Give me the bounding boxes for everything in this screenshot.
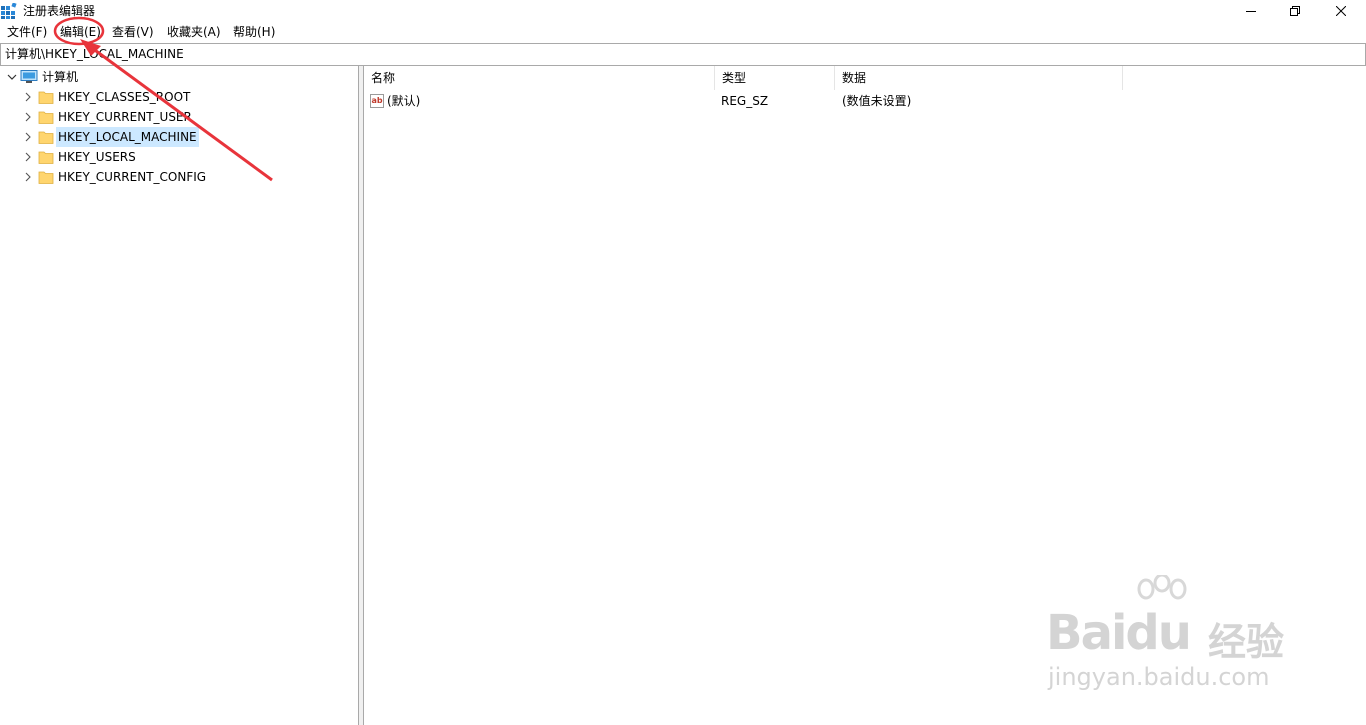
- minimize-button[interactable]: [1228, 0, 1274, 22]
- tree-item-classes-root[interactable]: HKEY_CLASSES_ROOT: [0, 87, 358, 107]
- chevron-right-icon[interactable]: [23, 112, 33, 122]
- menu-help[interactable]: 帮助(H): [232, 24, 276, 40]
- computer-icon: [20, 70, 38, 83]
- tree-item-current-config[interactable]: HKEY_CURRENT_CONFIG: [0, 167, 358, 187]
- svg-text:ab: ab: [372, 96, 383, 105]
- folder-icon: [38, 91, 54, 104]
- restore-button[interactable]: [1272, 0, 1318, 22]
- chevron-right-icon[interactable]: [23, 152, 33, 162]
- chevron-down-icon[interactable]: [7, 72, 17, 82]
- chevron-right-icon[interactable]: [23, 172, 33, 182]
- value-row[interactable]: ab (默认) REG_SZ (数值未设置): [364, 91, 1366, 111]
- registry-editor-icon: [1, 3, 17, 19]
- values-list-pane[interactable]: 名称 类型 数据 ab (默认) REG_SZ (数值未设置): [364, 66, 1366, 725]
- tree-item-users[interactable]: HKEY_USERS: [0, 147, 358, 167]
- chevron-right-icon[interactable]: [23, 132, 33, 142]
- menu-view[interactable]: 查看(V): [111, 24, 155, 40]
- value-data: (数值未设置): [842, 94, 912, 108]
- folder-icon: [38, 111, 54, 124]
- key-tree-pane[interactable]: 计算机 HKEY_CLASSES_ROOT HKEY_CURRENT_USER …: [0, 66, 359, 725]
- tree-item-label: HKEY_USERS: [58, 150, 136, 164]
- window-title: 注册表编辑器: [23, 4, 96, 18]
- value-type: REG_SZ: [721, 94, 769, 108]
- menu-edit[interactable]: 编辑(E): [59, 24, 102, 40]
- column-header-name[interactable]: 名称: [364, 66, 715, 90]
- column-header-type[interactable]: 类型: [715, 66, 835, 90]
- close-button[interactable]: [1318, 0, 1364, 22]
- restore-icon: [1290, 6, 1300, 16]
- address-bar[interactable]: 计算机\HKEY_LOCAL_MACHINE: [0, 43, 1366, 66]
- tree-item-label: HKEY_CLASSES_ROOT: [58, 90, 191, 104]
- chevron-right-icon[interactable]: [23, 92, 33, 102]
- minimize-icon: [1246, 11, 1256, 12]
- tree-root-label: 计算机: [42, 70, 79, 84]
- folder-icon: [38, 131, 54, 144]
- value-name: (默认): [387, 94, 421, 108]
- menu-bar: 文件(F) 编辑(E) 查看(V) 收藏夹(A) 帮助(H): [0, 22, 1366, 42]
- folder-icon: [38, 171, 54, 184]
- tree-item-current-user[interactable]: HKEY_CURRENT_USER: [0, 107, 358, 127]
- address-path: 计算机\HKEY_LOCAL_MACHINE: [5, 47, 184, 61]
- string-value-icon: ab: [370, 94, 384, 108]
- tree-item-label: HKEY_CURRENT_USER: [58, 110, 192, 124]
- tree-item-local-machine[interactable]: HKEY_LOCAL_MACHINE: [0, 127, 358, 147]
- tree-item-label-selected: HKEY_LOCAL_MACHINE: [56, 127, 199, 147]
- menu-favorites[interactable]: 收藏夹(A): [166, 24, 222, 40]
- column-header-data[interactable]: 数据: [835, 66, 1123, 90]
- close-icon: [1336, 6, 1346, 16]
- tree-root-computer[interactable]: 计算机: [0, 67, 358, 87]
- tree-item-label: HKEY_CURRENT_CONFIG: [58, 170, 207, 184]
- title-bar: 注册表编辑器: [0, 0, 1366, 22]
- menu-file[interactable]: 文件(F): [6, 24, 48, 40]
- folder-icon: [38, 151, 54, 164]
